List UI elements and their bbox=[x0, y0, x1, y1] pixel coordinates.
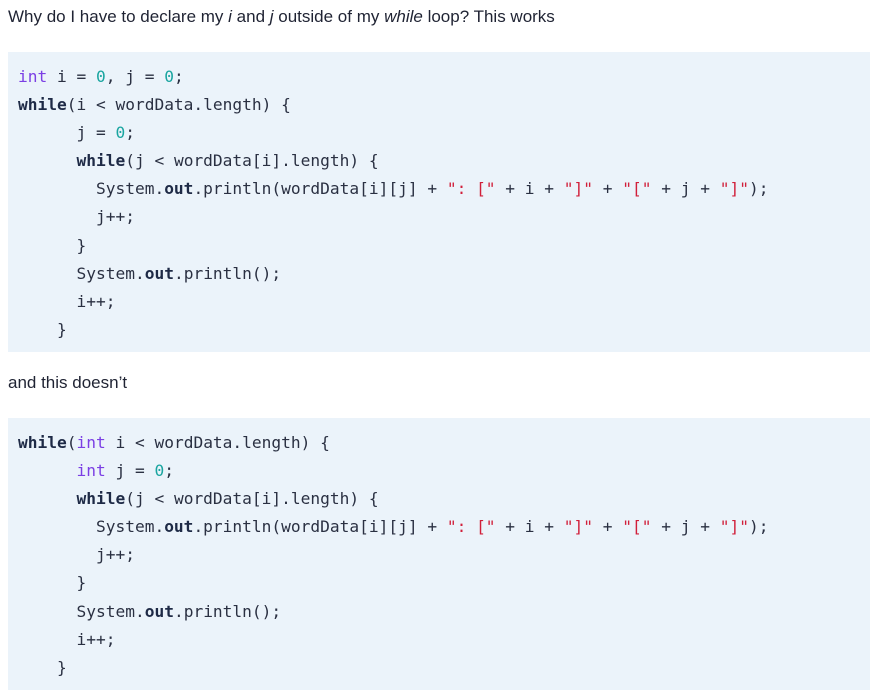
code-line: while(j < wordData[i].length) { bbox=[18, 485, 870, 513]
code-block-not-working: while(int i < wordData.length) { int j =… bbox=[8, 418, 870, 690]
code-text: } bbox=[18, 235, 87, 255]
number-token: 0 bbox=[154, 461, 165, 481]
field-token: out bbox=[164, 179, 194, 199]
code-line: while(int i < wordData.length) { bbox=[18, 429, 870, 457]
string-token: "]" bbox=[563, 179, 594, 199]
code-line: j++; bbox=[18, 541, 870, 569]
string-token: "]" bbox=[719, 179, 750, 199]
code-text: } bbox=[18, 319, 67, 339]
code-line: int j = 0; bbox=[18, 457, 870, 485]
code-line: while(i < wordData.length) { bbox=[18, 91, 870, 119]
code-text: j = bbox=[105, 461, 155, 481]
code-line: i++; bbox=[18, 288, 870, 316]
code-line: } bbox=[18, 232, 870, 260]
keyword-token: int bbox=[18, 67, 48, 86]
code-line: int i = 0, j = 0; bbox=[18, 63, 870, 91]
code-text: .println(wordData[i][j] + bbox=[193, 517, 447, 537]
code-text: + bbox=[593, 517, 623, 537]
between-text: and this doesn’t bbox=[8, 373, 128, 392]
code-text: ; bbox=[164, 461, 174, 481]
question-fragment: Why do I have to declare my bbox=[8, 7, 229, 26]
question-text: Why do I have to declare my i and j outs… bbox=[8, 6, 555, 28]
code-block-working: int i = 0, j = 0; while(i < wordData.leng… bbox=[8, 52, 870, 352]
string-token: "]" bbox=[563, 517, 594, 537]
code-text: i = bbox=[47, 67, 96, 86]
code-text: + j + bbox=[651, 179, 720, 199]
keyword-token: int bbox=[76, 461, 106, 481]
code-text: } bbox=[18, 657, 67, 677]
string-token: "[" bbox=[622, 517, 652, 537]
code-text: j++; bbox=[18, 545, 135, 565]
question-fragment: and bbox=[231, 7, 270, 26]
code-text: (j < wordData[i].length) { bbox=[125, 489, 379, 509]
code-line: System.out.println(wordData[i][j] + ": [… bbox=[18, 175, 870, 203]
code-text: System. bbox=[18, 179, 165, 199]
code-text: i++; bbox=[18, 629, 116, 649]
code-text: j = bbox=[18, 123, 116, 143]
code-text: + i + bbox=[495, 179, 564, 199]
code-line: while(j < wordData[i].length) { bbox=[18, 147, 870, 175]
code-text: } bbox=[18, 573, 87, 593]
code-text: , j = bbox=[105, 67, 165, 86]
code-text: (j < wordData[i].length) { bbox=[125, 151, 379, 171]
field-token: out bbox=[164, 517, 194, 537]
number-token: 0 bbox=[164, 67, 174, 86]
code-line: } bbox=[18, 316, 870, 344]
field-token: out bbox=[144, 601, 174, 621]
code-line: } bbox=[18, 569, 870, 597]
keyword-token: while bbox=[18, 433, 67, 452]
code-text: System. bbox=[18, 601, 145, 621]
number-token: 0 bbox=[115, 123, 126, 143]
keyword-token: while bbox=[76, 151, 126, 171]
code-text: ); bbox=[749, 179, 769, 199]
code-text: i < wordData.length) { bbox=[105, 433, 330, 452]
string-token: "[" bbox=[622, 179, 652, 199]
question-fragment: outside of my bbox=[273, 7, 385, 26]
code-text: (i < wordData.length) { bbox=[66, 95, 291, 115]
string-token: ": [" bbox=[446, 517, 496, 537]
code-text: + j + bbox=[651, 517, 720, 537]
code-line: System.out.println(); bbox=[18, 260, 870, 288]
code-line: j = 0; bbox=[18, 119, 870, 147]
code-line: System.out.println(wordData[i][j] + ": [… bbox=[18, 513, 870, 541]
string-token: ": [" bbox=[446, 179, 496, 199]
code-text: i++; bbox=[18, 291, 116, 311]
code-text: + bbox=[593, 179, 623, 199]
string-token: "]" bbox=[719, 517, 750, 537]
keyword-token: while bbox=[76, 489, 126, 509]
code-line: j++; bbox=[18, 203, 870, 231]
question-fragment: loop? This works bbox=[422, 7, 555, 26]
code-text: + i + bbox=[495, 517, 564, 537]
field-token: out bbox=[144, 263, 174, 283]
code-text: System. bbox=[18, 263, 145, 283]
code-line: System.out.println(); bbox=[18, 598, 870, 626]
code-text: System. bbox=[18, 517, 165, 537]
code-line: } bbox=[18, 654, 870, 682]
keyword-token: int bbox=[76, 433, 106, 452]
code-text: ; bbox=[125, 123, 135, 143]
code-text: j++; bbox=[18, 207, 135, 227]
code-text: .println(); bbox=[173, 601, 282, 621]
number-token: 0 bbox=[95, 67, 106, 86]
code-text: .println(wordData[i][j] + bbox=[193, 179, 447, 199]
question-emphasis: while bbox=[384, 7, 423, 26]
code-text: .println(); bbox=[173, 263, 282, 283]
code-text: ; bbox=[173, 67, 184, 86]
code-line: i++; bbox=[18, 626, 870, 654]
keyword-token: while bbox=[18, 95, 67, 115]
code-text: ); bbox=[749, 517, 769, 537]
